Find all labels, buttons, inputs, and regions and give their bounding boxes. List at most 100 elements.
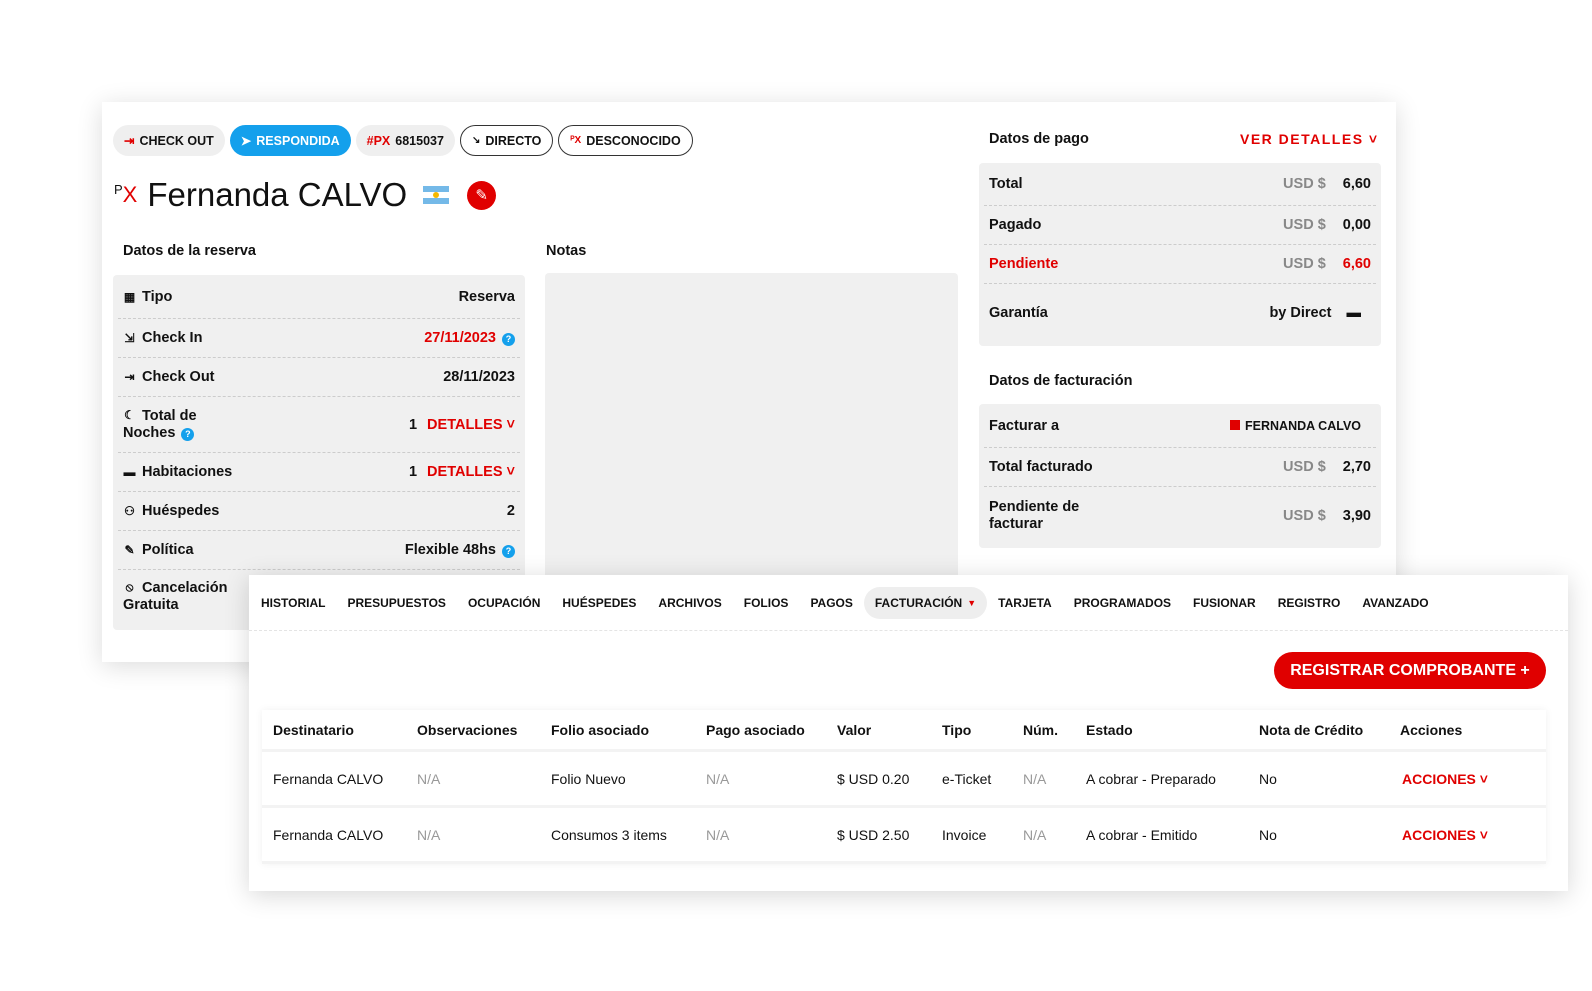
column-header: Folio asociado: [551, 721, 650, 738]
column-header: Valor: [837, 721, 872, 738]
tab-folios[interactable]: FOLIOS: [733, 587, 800, 619]
detalles-habitaciones-link[interactable]: DETALLES ˅: [427, 464, 515, 480]
tab-presupuestos[interactable]: PRESUPUESTOS: [336, 587, 456, 619]
policy-icon: ✎: [124, 543, 135, 557]
table-cell: e-Ticket: [942, 770, 992, 787]
table-cell: $ USD 0.20: [837, 770, 910, 787]
row-check-in: ⇲ Check In 27/11/2023?: [118, 319, 520, 358]
column-header: Núm.: [1023, 721, 1058, 738]
tab-huéspedes[interactable]: HUÉSPEDES: [551, 587, 647, 619]
table-cell: Folio Nuevo: [551, 770, 626, 787]
users-icon: ⚇: [124, 504, 135, 518]
status-chips: ⇥ CHECK OUT ➤ RESPONDIDA #PX 6815037 ↘ DIREC…: [113, 125, 693, 156]
table-cell: A cobrar - Preparado: [1086, 770, 1216, 787]
row-garantia: Garantía by Direct ▬: [989, 305, 1362, 321]
color-square-icon: [1230, 419, 1241, 430]
notas-box[interactable]: [545, 273, 958, 583]
tab-bar: HISTORIAL PRESUPUESTOS OCUPACIÓN HUÉSPEDES A…: [249, 575, 1568, 631]
table-cell: $ USD 2.50: [837, 826, 910, 843]
reserva-title: Datos de la reserva: [123, 243, 256, 259]
column-header: Destinatario: [273, 721, 354, 738]
tab-programados[interactable]: PROGRAMADOS: [1063, 587, 1182, 619]
registrar-comprobante-button[interactable]: REGISTRAR COMPROBANTE +: [1274, 652, 1546, 689]
table-cell: Fernanda CALVO: [273, 770, 384, 787]
table-header: Destinatario Observaciones Folio asociado P…: [262, 710, 1546, 752]
check-out-chip[interactable]: ⇥ CHECK OUT: [113, 125, 225, 156]
facturacion-box: Facturar a FERNANDA CALVO Total facturado…: [979, 404, 1381, 548]
argentina-flag-icon: [423, 186, 450, 204]
row-total-facturado: Total facturado USD $2,70: [984, 448, 1376, 487]
ver-detalles-link[interactable]: VER DETALLES ˅: [1240, 131, 1379, 147]
facturacion-title: Datos de facturación: [989, 373, 1133, 389]
tab-fusionar[interactable]: FUSIONAR: [1182, 587, 1267, 619]
help-icon[interactable]: ?: [181, 427, 195, 441]
column-header: Nota de Crédito: [1259, 721, 1364, 738]
respondida-chip[interactable]: ➤ RESPONDIDA: [229, 125, 351, 156]
table-cell: N/A: [1023, 770, 1047, 787]
caret-down-icon: ▼: [967, 597, 977, 608]
help-icon[interactable]: ?: [502, 544, 515, 558]
guest-header: PX Fernanda CALVO ✎: [114, 176, 497, 214]
tab-pagos[interactable]: PAGOS: [799, 587, 863, 619]
column-header: Tipo: [942, 721, 972, 738]
acciones-dropdown[interactable]: ACCIONES ˅: [1389, 827, 1535, 843]
tab-historial[interactable]: HISTORIAL: [250, 587, 336, 619]
edit-button[interactable]: ✎: [467, 180, 497, 210]
guest-name: Fernanda CALVO: [147, 176, 408, 213]
send-icon: ➤: [240, 134, 252, 148]
table-row: Fernanda CALVO N/A Folio Nuevo N/A $ USD 0.2…: [262, 752, 1546, 808]
tab-tarjeta[interactable]: TARJETA: [987, 587, 1063, 619]
table-cell: N/A: [1023, 826, 1047, 843]
reservation-id-chip[interactable]: #PX 6815037: [355, 125, 455, 156]
bed-icon: ▬: [123, 465, 136, 479]
table-cell: No: [1259, 826, 1277, 843]
row-pendiente: Pendiente USD $6,60: [984, 245, 1376, 284]
acciones-dropdown[interactable]: ACCIONES ˅: [1389, 771, 1535, 787]
pago-box: Total USD $6,60 Pagado USD $0,00 Pendiente…: [979, 163, 1381, 346]
row-check-out: ⇥ Check Out 28/11/2023: [118, 358, 520, 397]
comprobantes-table: Destinatario Observaciones Folio asociado P…: [262, 710, 1546, 864]
chevron-down-icon: ˅: [1475, 826, 1488, 843]
help-icon[interactable]: ?: [502, 332, 515, 346]
row-pagado: Pagado USD $0,00: [984, 206, 1376, 245]
px-logo-icon: PX: [114, 182, 138, 207]
logout-icon: ⇥: [124, 370, 135, 384]
check-out-icon: ⇥: [124, 134, 135, 148]
column-header: Pago asociado: [706, 721, 805, 738]
pencil-icon: ✎: [475, 187, 488, 204]
px-logo-icon: ᴾX: [570, 135, 582, 146]
table-cell: A cobrar - Emitido: [1086, 826, 1198, 843]
table-cell: N/A: [417, 770, 441, 787]
row-huespedes: ⚇ Huéspedes 2: [118, 492, 520, 531]
row-total: Total USD $6,60: [984, 163, 1376, 206]
table-cell: Invoice: [942, 826, 987, 843]
tab-avanzado[interactable]: AVANZADO: [1351, 587, 1439, 619]
row-tipo: ▦ Tipo Reserva: [118, 275, 520, 319]
arrow-down-right-icon: ↘: [471, 135, 481, 146]
tab-facturación[interactable]: FACTURACIÓN ▼: [863, 586, 988, 619]
pago-title: Datos de pago: [989, 131, 1089, 147]
login-icon: ⇲: [124, 331, 135, 345]
credit-card-icon: ▬: [1346, 305, 1362, 321]
calendar-icon: ▦: [123, 289, 136, 304]
row-pendiente-facturar: Pendiente de facturar USD $3,90: [989, 499, 1371, 532]
row-facturar-a: Facturar a FERNANDA CALVO: [984, 404, 1376, 448]
tab-ocupación[interactable]: OCUPACIÓN: [457, 587, 551, 619]
table-cell: N/A: [706, 826, 730, 843]
desconocido-chip[interactable]: ᴾX DESCONOCIDO: [558, 125, 693, 156]
tab-registro[interactable]: REGISTRO: [1267, 587, 1352, 619]
table-cell: No: [1259, 770, 1277, 787]
table-cell: N/A: [417, 826, 441, 843]
table-cell: Fernanda CALVO: [273, 826, 384, 843]
table-cell: N/A: [706, 770, 730, 787]
chevron-down-icon: ˅: [1475, 770, 1488, 787]
row-noches: ☾ Total de Noches? 1 DETALLES ˅: [118, 397, 520, 453]
row-habitaciones: ▬ Habitaciones 1 DETALLES ˅: [118, 453, 520, 492]
directo-chip[interactable]: ↘ DIRECTO: [459, 125, 554, 156]
row-politica: ✎ Política Flexible 48hs?: [118, 531, 520, 570]
detalles-noches-link[interactable]: DETALLES ˅: [427, 417, 515, 433]
tab-archivos[interactable]: ARCHIVOS: [647, 587, 732, 619]
table-cell: Consumos 3 items: [551, 826, 667, 843]
table-row: Fernanda CALVO N/A Consumos 3 items N/A $ US…: [262, 808, 1546, 864]
facturacion-panel: HISTORIAL PRESUPUESTOS OCUPACIÓN HUÉSPEDES A…: [249, 575, 1568, 891]
